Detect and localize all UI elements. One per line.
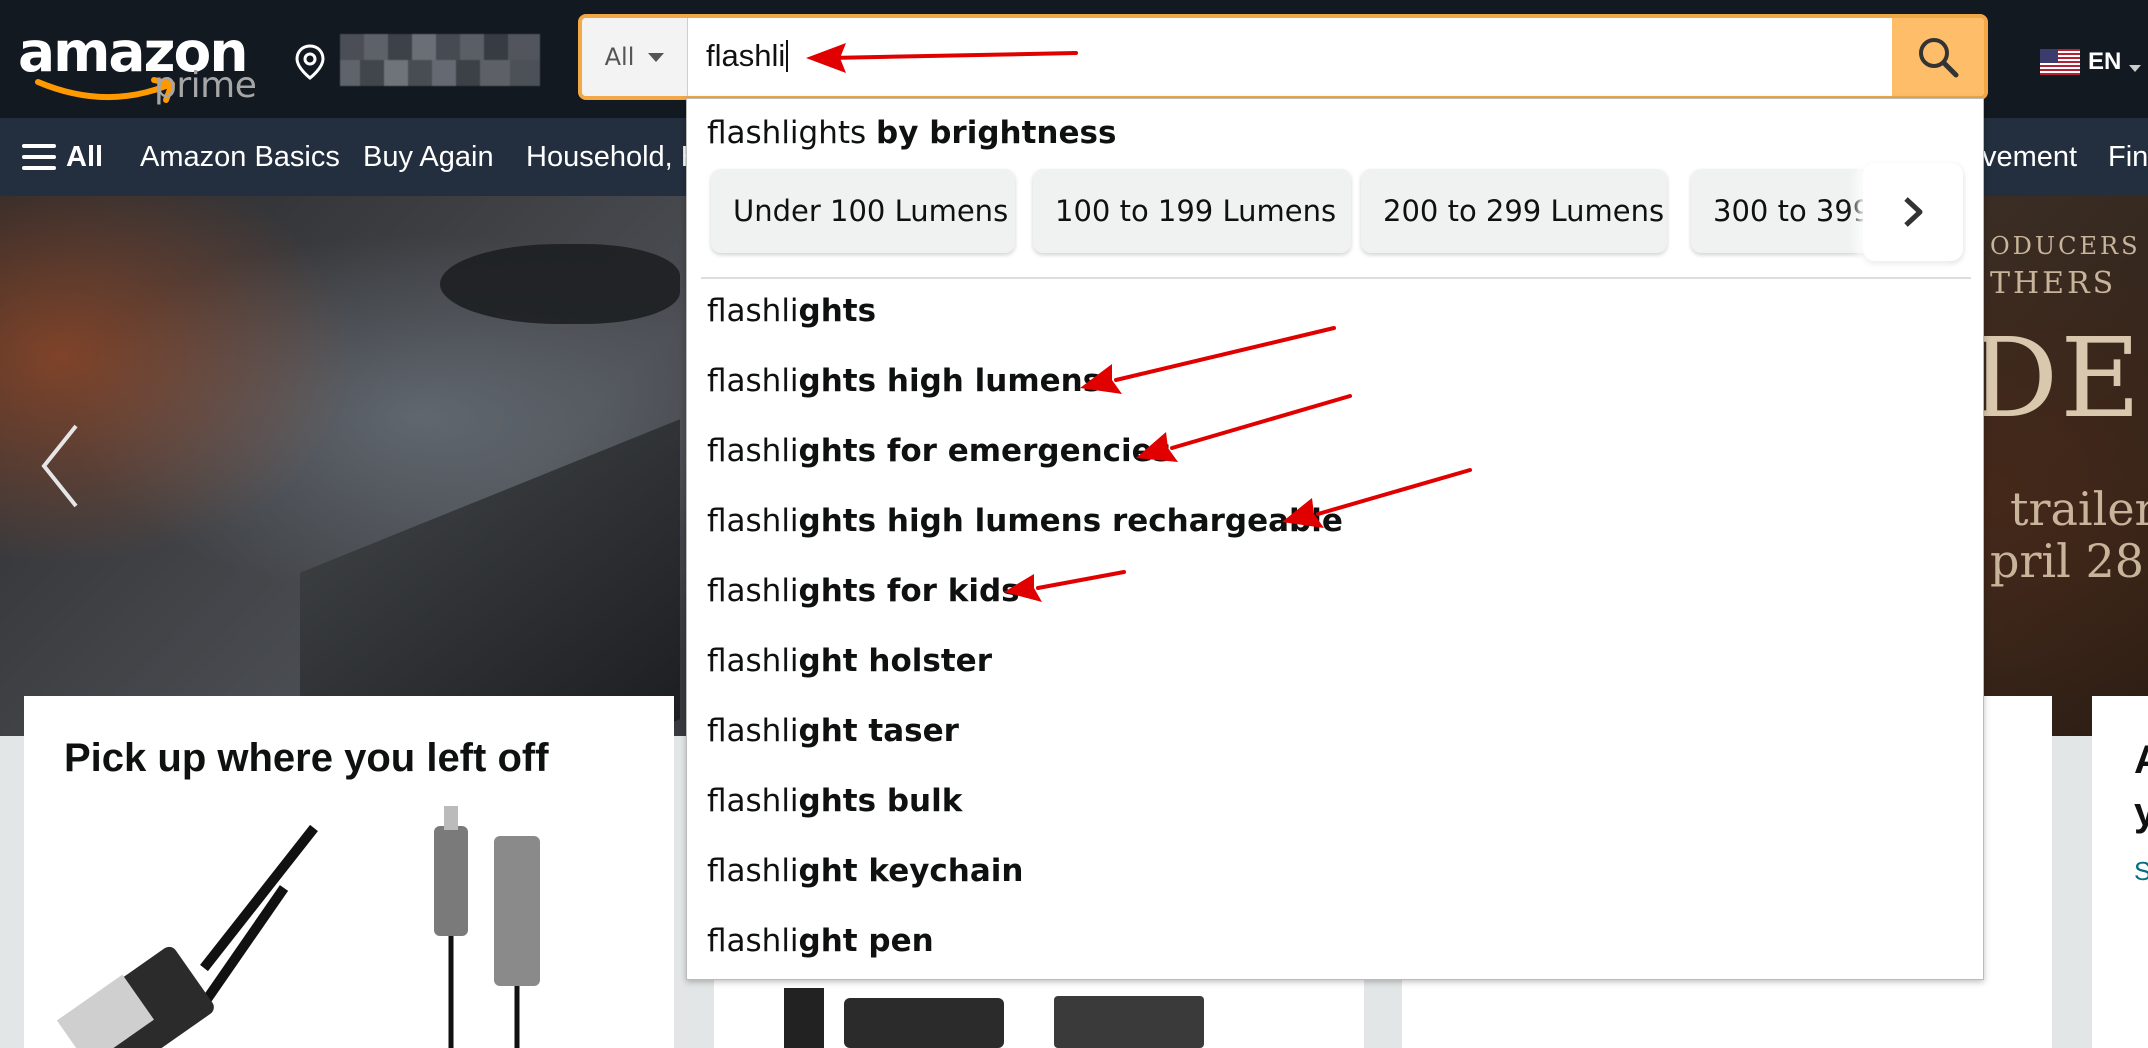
hero-text-line: ODUCERS	[1990, 232, 2141, 260]
suggestion-typed: flashli	[707, 293, 799, 329]
suggestion-typed: flashli	[707, 573, 799, 609]
nav-link-find[interactable]: Fin	[2108, 118, 2148, 196]
language-selector[interactable]: EN	[2040, 48, 2142, 76]
chips-next-button[interactable]	[1863, 163, 1963, 261]
nav-link-household[interactable]: Household, H	[526, 118, 702, 196]
suggestion-completion: ght holster	[798, 643, 992, 679]
search-department-label: All	[604, 43, 635, 71]
suggestion-item[interactable]: flashlights high lumens	[707, 363, 1101, 399]
caret-down-icon	[648, 52, 665, 62]
suggestion-item[interactable]: flashlights high lumens rechargeable	[707, 503, 1343, 539]
search-input[interactable]: flashli	[706, 38, 788, 74]
suggestion-typed: flashli	[707, 503, 799, 539]
suggestion-completion: ghts for kids	[798, 573, 1020, 609]
chevron-right-icon	[1904, 197, 1923, 227]
search-icon	[1919, 38, 1959, 78]
suggestion-typed: flashli	[707, 433, 799, 469]
amazon-prime-logo[interactable]: amazon prime	[18, 22, 258, 106]
nav-all-menu-button[interactable]: All	[22, 118, 103, 196]
partial-card-text: A	[2134, 738, 2148, 783]
hero-text-line: trailer	[2010, 482, 2148, 536]
suggestion-item[interactable]: flashlights	[707, 293, 876, 329]
lumens-filter-chip[interactable]: Under 100 Lumens	[711, 169, 1015, 253]
search-department-select[interactable]: All	[582, 18, 688, 96]
nav-all-label: All	[66, 140, 104, 173]
suggestion-item[interactable]: flashlight taser	[707, 713, 959, 749]
usb-cable-product-image[interactable]	[54, 818, 354, 1048]
partial-card-link[interactable]: S	[2134, 856, 2148, 887]
nav-link-improvement[interactable]: vement	[1982, 118, 2077, 196]
suggestion-item[interactable]: flashlight keychain	[707, 853, 1024, 889]
nav-link-amazon-basics[interactable]: Amazon Basics	[140, 118, 340, 196]
suggestion-typed: flashli	[707, 853, 799, 889]
chevron-left-icon	[41, 424, 78, 508]
pick-up-card: Pick up where you left off	[24, 696, 674, 1048]
lumens-filter-chip[interactable]: 300 to 399	[1691, 169, 1881, 253]
hero-building-graphic	[300, 419, 680, 736]
suggestion-completion: ghts bulk	[798, 783, 963, 819]
usb-connector-product-image[interactable]	[414, 806, 564, 1048]
header-prefix: flashlights	[707, 115, 877, 151]
hamburger-menu-icon	[22, 144, 56, 170]
nav-link-buy-again[interactable]: Buy Again	[363, 118, 494, 196]
flashlight-kit-product-image[interactable]	[714, 988, 1354, 1048]
suggestion-item[interactable]: flashlights for emergencies	[707, 433, 1171, 469]
search-bar: All flashli	[578, 14, 1988, 100]
us-flag-icon	[2040, 49, 2080, 75]
suggestion-typed: flashli	[707, 713, 799, 749]
suggestion-completion: ght taser	[798, 713, 959, 749]
suggestion-item[interactable]: flashlight pen	[707, 923, 934, 959]
deliver-to-location[interactable]	[290, 34, 550, 86]
search-autocomplete-dropdown: flashlights by brightness Under 100 Lume…	[686, 98, 1984, 980]
hero-text-line: pril 28	[1990, 534, 2145, 588]
suggestion-item[interactable]: flashlights for kids	[707, 573, 1020, 609]
suggestion-completion: ghts for emergencies	[798, 433, 1172, 469]
carousel-prev-button[interactable]	[30, 406, 90, 526]
partial-card-text: y	[2134, 790, 2148, 834]
location-pin-icon	[295, 44, 325, 80]
search-submit-button[interactable]	[1892, 18, 1984, 96]
suggestion-typed: flashli	[707, 363, 799, 399]
lumens-filter-chip[interactable]: 200 to 299 Lumens	[1361, 169, 1667, 253]
caret-down-icon	[2129, 64, 2142, 72]
language-code: EN	[2088, 48, 2122, 75]
hero-title-fragment: DE	[1970, 314, 2143, 442]
suggestion-typed: flashli	[707, 923, 799, 959]
hero-text-line: THERS	[1990, 266, 2117, 301]
brightness-filter-header: flashlights by brightness	[707, 115, 1116, 151]
suggestion-item[interactable]: flashlight holster	[707, 643, 992, 679]
suggestion-completion: ghts	[798, 293, 877, 329]
suggestion-completion: ght keychain	[798, 853, 1024, 889]
suggestion-item[interactable]: flashlights bulk	[707, 783, 962, 819]
suggestion-completion: ghts high lumens rechargeable	[798, 503, 1343, 539]
partial-card: A y S	[2092, 696, 2148, 1048]
redacted-address	[340, 34, 540, 86]
dropdown-divider	[701, 277, 1971, 279]
suggestion-typed: flashli	[707, 783, 799, 819]
suggestion-typed: flashli	[707, 643, 799, 679]
pick-up-card-title: Pick up where you left off	[64, 736, 549, 780]
suggestion-completion: ghts high lumens	[798, 363, 1102, 399]
header-bold: by brightness	[876, 115, 1117, 151]
logo-prime: prime	[154, 65, 257, 106]
lumens-filter-chip[interactable]: 100 to 199 Lumens	[1033, 169, 1351, 253]
hero-helicopter-graphic	[440, 244, 680, 324]
suggestion-completion: ght pen	[798, 923, 934, 959]
